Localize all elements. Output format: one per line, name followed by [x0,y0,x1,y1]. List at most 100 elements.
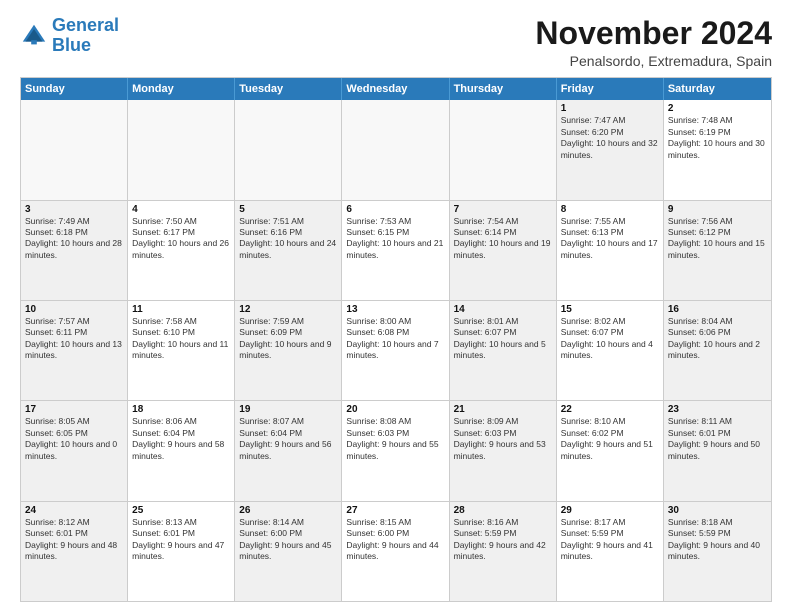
cell-info: Sunrise: 8:09 AM Sunset: 6:03 PM Dayligh… [454,416,552,462]
cal-cell-16: 16Sunrise: 8:04 AM Sunset: 6:06 PM Dayli… [664,301,771,400]
cal-cell-19: 19Sunrise: 8:07 AM Sunset: 6:04 PM Dayli… [235,401,342,500]
day-number: 2 [668,103,767,114]
cell-info: Sunrise: 8:00 AM Sunset: 6:08 PM Dayligh… [346,316,444,362]
day-number: 17 [25,404,123,415]
day-number: 1 [561,103,659,114]
day-number: 19 [239,404,337,415]
day-number: 25 [132,505,230,516]
cell-info: Sunrise: 8:07 AM Sunset: 6:04 PM Dayligh… [239,416,337,462]
cal-cell-27: 27Sunrise: 8:15 AM Sunset: 6:00 PM Dayli… [342,502,449,601]
cell-info: Sunrise: 7:54 AM Sunset: 6:14 PM Dayligh… [454,216,552,262]
day-number: 18 [132,404,230,415]
header: General Blue November 2024 Penalsordo, E… [20,16,772,69]
header-day-sunday: Sunday [21,78,128,100]
logo-blue: Blue [52,35,91,55]
cell-info: Sunrise: 7:53 AM Sunset: 6:15 PM Dayligh… [346,216,444,262]
cell-info: Sunrise: 8:02 AM Sunset: 6:07 PM Dayligh… [561,316,659,362]
cal-cell-26: 26Sunrise: 8:14 AM Sunset: 6:00 PM Dayli… [235,502,342,601]
day-number: 24 [25,505,123,516]
cal-cell-empty-0-4 [450,100,557,199]
cal-cell-9: 9Sunrise: 7:56 AM Sunset: 6:12 PM Daylig… [664,201,771,300]
cell-info: Sunrise: 8:06 AM Sunset: 6:04 PM Dayligh… [132,416,230,462]
cal-cell-empty-0-1 [128,100,235,199]
day-number: 3 [25,204,123,215]
cal-cell-empty-0-3 [342,100,449,199]
cal-cell-10: 10Sunrise: 7:57 AM Sunset: 6:11 PM Dayli… [21,301,128,400]
cal-cell-29: 29Sunrise: 8:17 AM Sunset: 5:59 PM Dayli… [557,502,664,601]
logo: General Blue [20,16,119,56]
cell-info: Sunrise: 7:48 AM Sunset: 6:19 PM Dayligh… [668,115,767,161]
cell-info: Sunrise: 8:16 AM Sunset: 5:59 PM Dayligh… [454,517,552,563]
calendar-row-1: 3Sunrise: 7:49 AM Sunset: 6:18 PM Daylig… [21,200,771,300]
page: General Blue November 2024 Penalsordo, E… [0,0,792,612]
cal-cell-2: 2Sunrise: 7:48 AM Sunset: 6:19 PM Daylig… [664,100,771,199]
day-number: 6 [346,204,444,215]
cal-cell-30: 30Sunrise: 8:18 AM Sunset: 5:59 PM Dayli… [664,502,771,601]
cell-info: Sunrise: 7:56 AM Sunset: 6:12 PM Dayligh… [668,216,767,262]
calendar: SundayMondayTuesdayWednesdayThursdayFrid… [20,77,772,602]
cell-info: Sunrise: 8:13 AM Sunset: 6:01 PM Dayligh… [132,517,230,563]
day-number: 28 [454,505,552,516]
cal-cell-3: 3Sunrise: 7:49 AM Sunset: 6:18 PM Daylig… [21,201,128,300]
cell-info: Sunrise: 8:08 AM Sunset: 6:03 PM Dayligh… [346,416,444,462]
day-number: 5 [239,204,337,215]
cal-cell-21: 21Sunrise: 8:09 AM Sunset: 6:03 PM Dayli… [450,401,557,500]
header-day-monday: Monday [128,78,235,100]
cell-info: Sunrise: 7:58 AM Sunset: 6:10 PM Dayligh… [132,316,230,362]
cell-info: Sunrise: 8:05 AM Sunset: 6:05 PM Dayligh… [25,416,123,462]
day-number: 16 [668,304,767,315]
day-number: 12 [239,304,337,315]
cell-info: Sunrise: 7:50 AM Sunset: 6:17 PM Dayligh… [132,216,230,262]
cal-cell-5: 5Sunrise: 7:51 AM Sunset: 6:16 PM Daylig… [235,201,342,300]
day-number: 13 [346,304,444,315]
cell-info: Sunrise: 7:59 AM Sunset: 6:09 PM Dayligh… [239,316,337,362]
cell-info: Sunrise: 7:51 AM Sunset: 6:16 PM Dayligh… [239,216,337,262]
cell-info: Sunrise: 8:18 AM Sunset: 5:59 PM Dayligh… [668,517,767,563]
day-number: 10 [25,304,123,315]
day-number: 8 [561,204,659,215]
day-number: 30 [668,505,767,516]
header-day-saturday: Saturday [664,78,771,100]
cell-info: Sunrise: 7:49 AM Sunset: 6:18 PM Dayligh… [25,216,123,262]
header-day-wednesday: Wednesday [342,78,449,100]
cal-cell-6: 6Sunrise: 7:53 AM Sunset: 6:15 PM Daylig… [342,201,449,300]
day-number: 23 [668,404,767,415]
cell-info: Sunrise: 7:57 AM Sunset: 6:11 PM Dayligh… [25,316,123,362]
cell-info: Sunrise: 8:14 AM Sunset: 6:00 PM Dayligh… [239,517,337,563]
cell-info: Sunrise: 7:47 AM Sunset: 6:20 PM Dayligh… [561,115,659,161]
day-number: 4 [132,204,230,215]
cal-cell-8: 8Sunrise: 7:55 AM Sunset: 6:13 PM Daylig… [557,201,664,300]
calendar-row-4: 24Sunrise: 8:12 AM Sunset: 6:01 PM Dayli… [21,501,771,601]
day-number: 15 [561,304,659,315]
logo-general: General [52,15,119,35]
cell-info: Sunrise: 8:04 AM Sunset: 6:06 PM Dayligh… [668,316,767,362]
cell-info: Sunrise: 7:55 AM Sunset: 6:13 PM Dayligh… [561,216,659,262]
day-number: 20 [346,404,444,415]
cal-cell-15: 15Sunrise: 8:02 AM Sunset: 6:07 PM Dayli… [557,301,664,400]
cal-cell-7: 7Sunrise: 7:54 AM Sunset: 6:14 PM Daylig… [450,201,557,300]
cal-cell-empty-0-0 [21,100,128,199]
calendar-header: SundayMondayTuesdayWednesdayThursdayFrid… [21,78,771,100]
title-block: November 2024 Penalsordo, Extremadura, S… [535,16,772,69]
logo-icon [20,22,48,50]
header-day-tuesday: Tuesday [235,78,342,100]
location: Penalsordo, Extremadura, Spain [535,53,772,69]
cell-info: Sunrise: 8:11 AM Sunset: 6:01 PM Dayligh… [668,416,767,462]
cell-info: Sunrise: 8:10 AM Sunset: 6:02 PM Dayligh… [561,416,659,462]
cal-cell-13: 13Sunrise: 8:00 AM Sunset: 6:08 PM Dayli… [342,301,449,400]
header-day-thursday: Thursday [450,78,557,100]
day-number: 22 [561,404,659,415]
cal-cell-24: 24Sunrise: 8:12 AM Sunset: 6:01 PM Dayli… [21,502,128,601]
day-number: 11 [132,304,230,315]
cal-cell-17: 17Sunrise: 8:05 AM Sunset: 6:05 PM Dayli… [21,401,128,500]
cal-cell-25: 25Sunrise: 8:13 AM Sunset: 6:01 PM Dayli… [128,502,235,601]
day-number: 9 [668,204,767,215]
cal-cell-18: 18Sunrise: 8:06 AM Sunset: 6:04 PM Dayli… [128,401,235,500]
header-day-friday: Friday [557,78,664,100]
day-number: 27 [346,505,444,516]
day-number: 7 [454,204,552,215]
cell-info: Sunrise: 8:01 AM Sunset: 6:07 PM Dayligh… [454,316,552,362]
cal-cell-14: 14Sunrise: 8:01 AM Sunset: 6:07 PM Dayli… [450,301,557,400]
day-number: 26 [239,505,337,516]
cal-cell-22: 22Sunrise: 8:10 AM Sunset: 6:02 PM Dayli… [557,401,664,500]
